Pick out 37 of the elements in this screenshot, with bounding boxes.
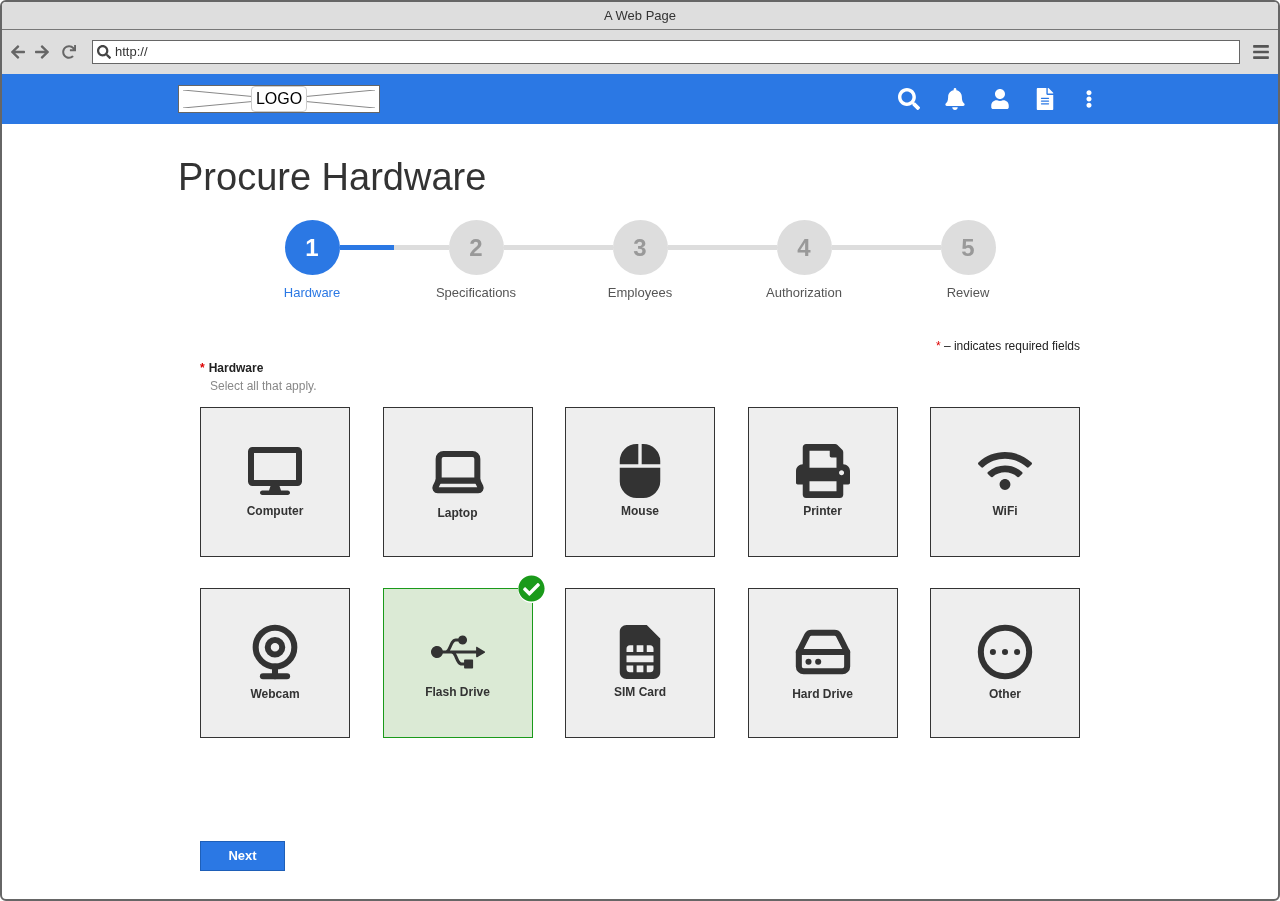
hardware-tile[interactable]: Printer	[747, 406, 898, 557]
step-number[interactable]: 1	[284, 220, 340, 275]
hardware-tile[interactable]: Flash Drive	[382, 587, 533, 738]
user-icon[interactable]	[990, 89, 1010, 109]
hardware-tile[interactable]: WiFi	[930, 406, 1080, 557]
hardware-tile[interactable]: Computer	[200, 406, 350, 557]
search-icon[interactable]	[898, 88, 920, 110]
hardware-tile[interactable]: Other	[930, 587, 1080, 738]
field-hint: Select all that apply.	[210, 377, 318, 395]
back-icon[interactable]	[10, 44, 26, 60]
logo-text: LOGO	[250, 86, 308, 112]
step-label[interactable]: Hardware	[283, 283, 341, 303]
forward-icon[interactable]	[34, 44, 50, 60]
current-step-connector	[339, 245, 394, 250]
step-label[interactable]: Authorization	[766, 283, 842, 303]
bell-icon[interactable]	[944, 88, 966, 110]
hardware-tile[interactable]: SIM Card	[565, 587, 715, 738]
hardware-tile[interactable]: Webcam	[200, 587, 350, 738]
page-title: Procure Hardware	[178, 155, 488, 200]
step-label[interactable]: Specifications	[435, 283, 517, 303]
field-label: * Hardware	[200, 359, 265, 377]
required-note: * – indicates required fields	[935, 337, 1080, 355]
next-button[interactable]: Next	[200, 840, 285, 871]
check-badge-icon	[517, 574, 546, 603]
step-label[interactable]: Employees	[607, 283, 673, 303]
hardware-tile[interactable]: Laptop	[382, 406, 533, 557]
printer-icon	[795, 443, 850, 498]
hardware-tile[interactable]: Mouse	[565, 406, 715, 557]
search-icon	[97, 45, 111, 59]
step-label[interactable]: Review	[946, 283, 990, 303]
menu-icon[interactable]	[1252, 43, 1270, 61]
hardware-tile[interactable]: Hard Drive	[747, 587, 898, 738]
window-title: A Web Page	[603, 6, 676, 25]
document-icon[interactable]	[1034, 88, 1056, 110]
address-field[interactable]: http://	[92, 40, 1240, 64]
reload-icon[interactable]	[62, 45, 76, 59]
ellipsis-circle-icon	[976, 622, 1034, 681]
